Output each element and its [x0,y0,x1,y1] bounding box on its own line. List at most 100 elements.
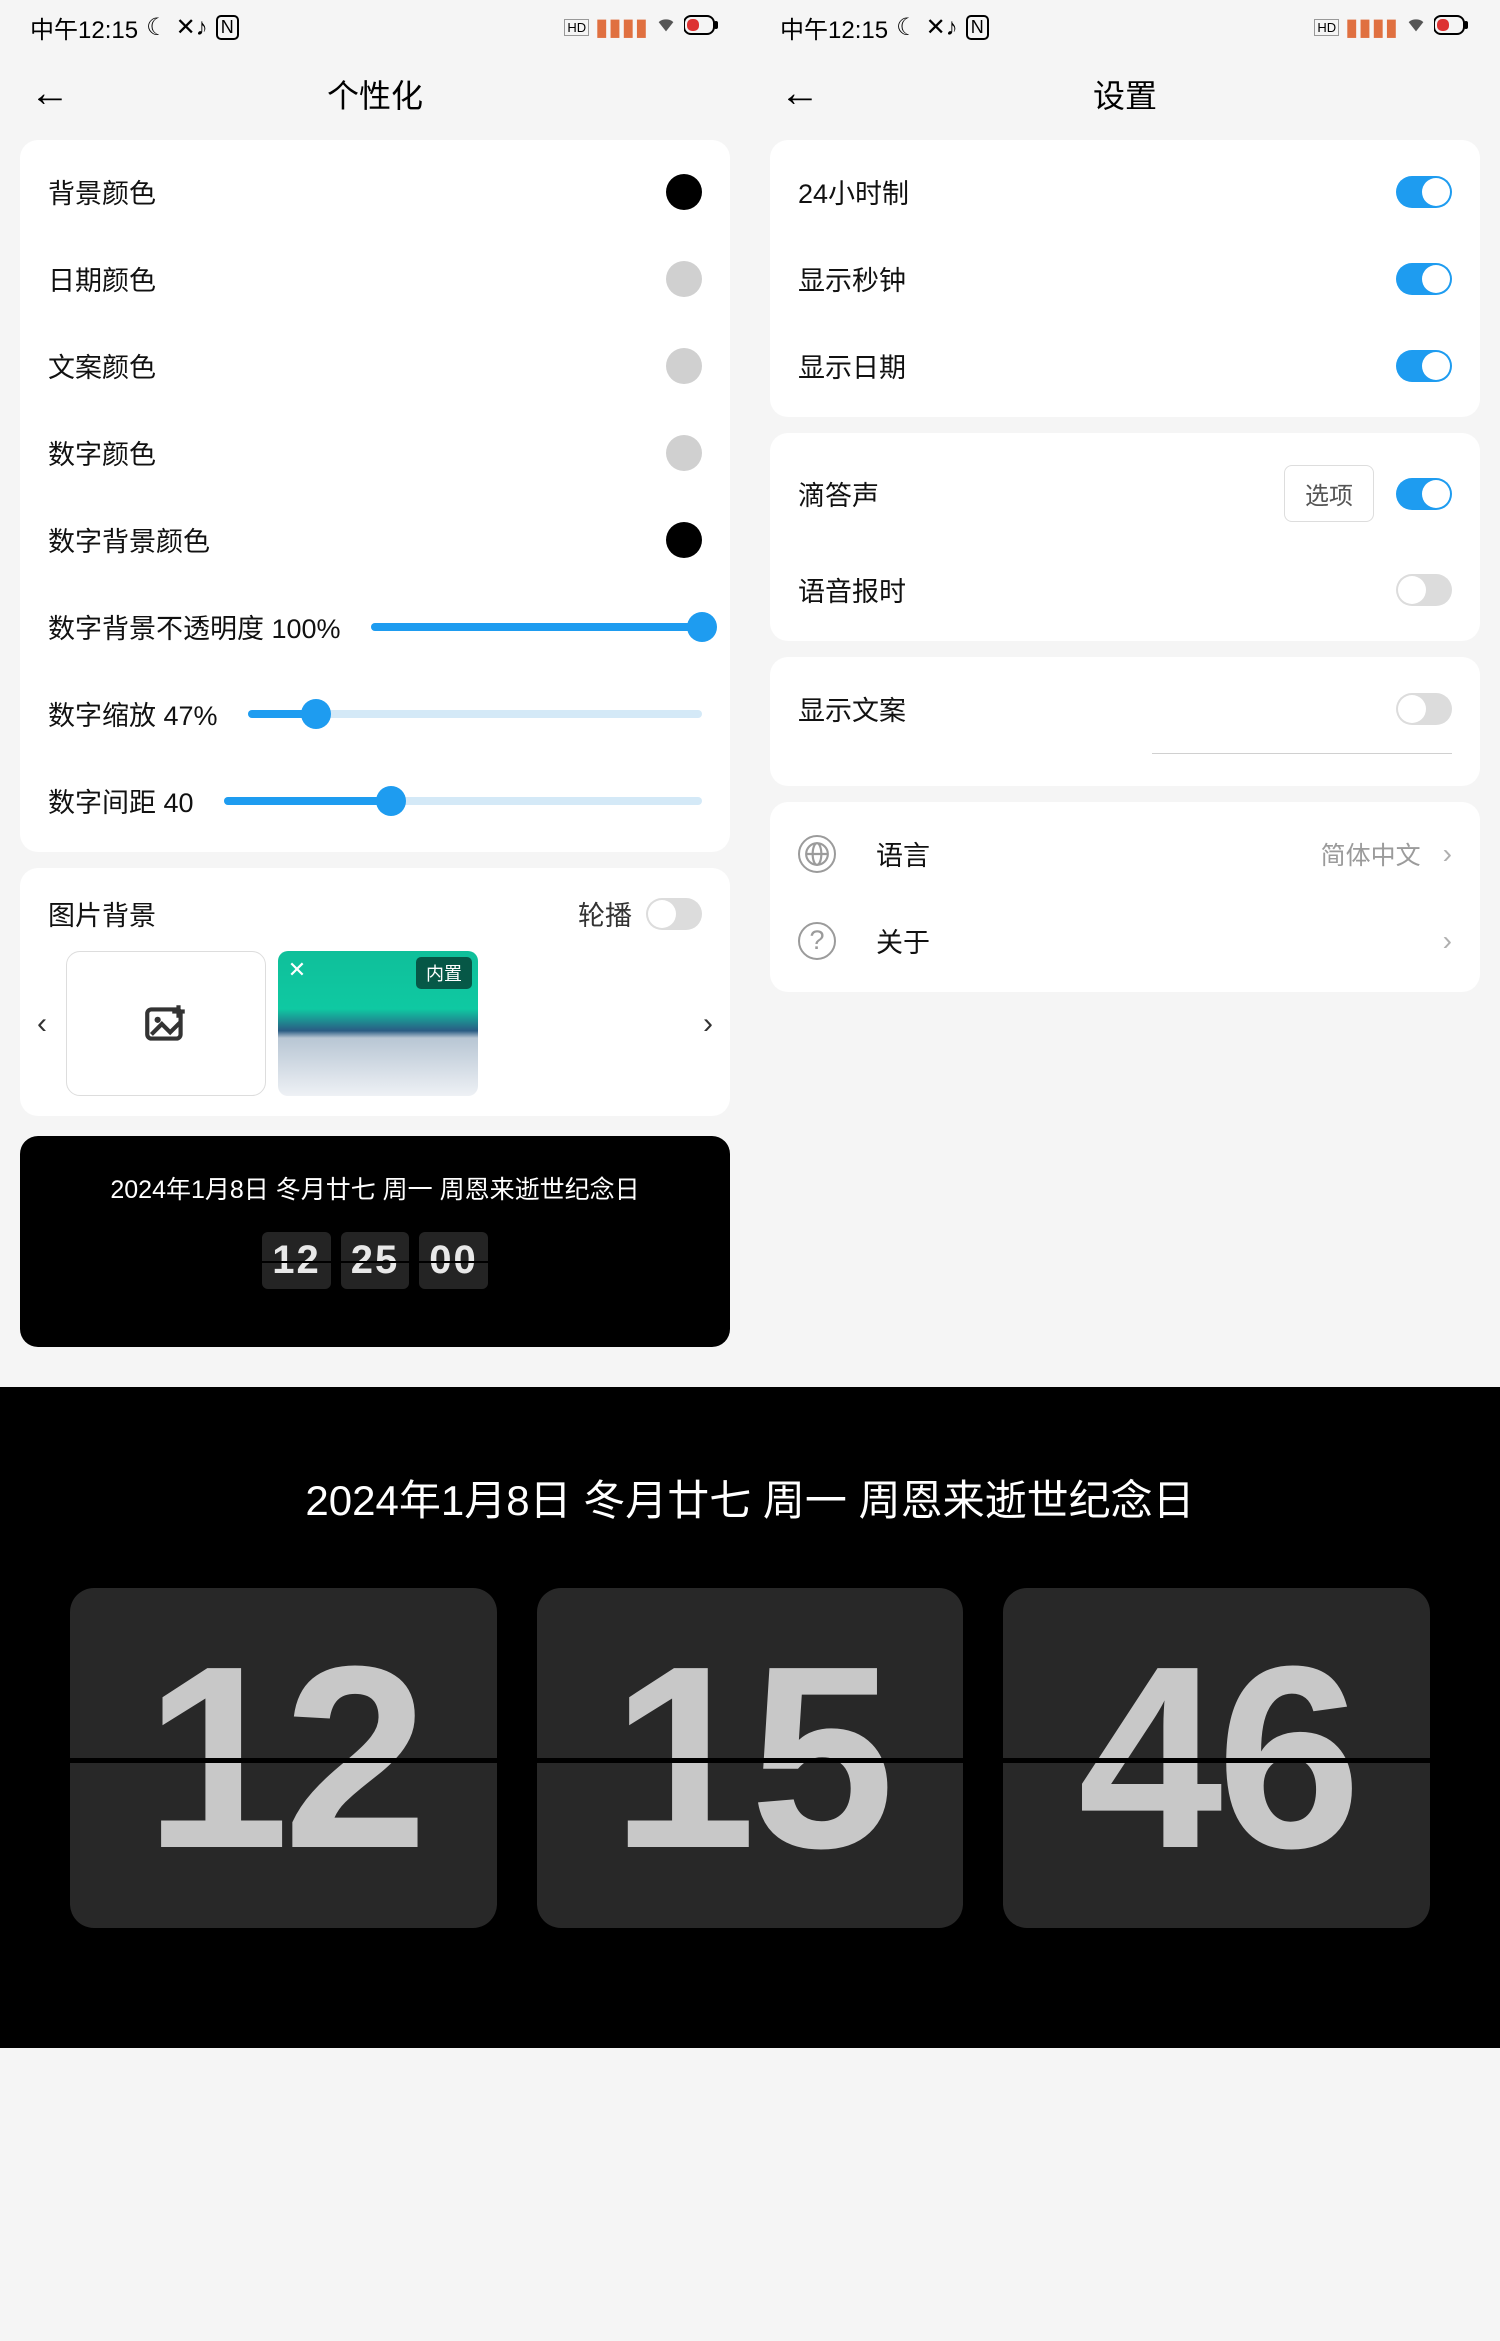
nav-header: ← 个性化 [0,51,750,140]
carousel-toggle[interactable] [646,898,702,930]
about-label: 关于 [876,921,930,960]
big-clock-hours: 12 [70,1588,497,1928]
tick-option-button[interactable]: 选项 [1284,465,1374,522]
nfc-icon: N [216,15,239,40]
h24-label: 24小时制 [798,172,909,211]
show-text-label: 显示文案 [798,689,906,728]
language-value: 简体中文 [1321,836,1421,872]
big-clock-seconds: 46 [1003,1588,1430,1928]
voice-time-label: 语音报时 [798,570,906,609]
big-clock-date: 2024年1月8日 冬月廿七 周一 周恩来逝世纪念日 [70,1467,1430,1528]
question-icon: ? [798,922,836,960]
digit-scale-label: 数字缩放 47% [48,694,218,733]
general-settings-card: 语言 简体中文 › ? 关于 › [770,802,1480,992]
left-panel-personalization: 中午12:15 ☾ ✕♪ N HD ▮▮▮▮ ← 个性化 背景颜 [0,0,750,1387]
hd-icon: HD [1314,19,1339,36]
voice-time-toggle[interactable] [1396,574,1452,606]
nav-header: ← 设置 [750,51,1500,140]
text-color-row[interactable]: 文案颜色 [20,322,730,409]
mute-icon: ✕♪ [926,13,958,42]
digit-scale-row: 数字缩放 47% [20,670,730,757]
signal-icon: ▮▮▮▮ [595,13,648,42]
digit-scale-slider[interactable] [248,710,702,718]
color-settings-card: 背景颜色 日期颜色 文案颜色 数字颜色 数字背景颜色 数字背景不透明度 100% [20,140,730,852]
built-in-tag: 内置 [416,957,472,989]
digit-spacing-label: 数字间距 40 [48,781,194,820]
digit-bg-opacity-row: 数字背景不透明度 100% [20,583,730,670]
show-seconds-row: 显示秒钟 [770,235,1480,322]
digit-color-label: 数字颜色 [48,433,156,472]
show-text-toggle[interactable] [1396,693,1452,725]
status-bar: 中午12:15 ☾ ✕♪ N HD ▮▮▮▮ [750,0,1500,51]
show-seconds-toggle[interactable] [1396,263,1452,295]
h24-toggle[interactable] [1396,176,1452,208]
preview-minutes: 25 [341,1232,410,1289]
chevron-right-icon: › [1443,925,1452,957]
tick-label: 滴答声 [798,474,879,513]
digit-spacing-row: 数字间距 40 [20,757,730,844]
digit-color-swatch[interactable] [666,435,702,471]
thumbs-next-icon[interactable]: › [696,1007,720,1041]
nfc-icon: N [966,15,989,40]
image-thumbnail[interactable]: ✕ 内置 [278,951,478,1096]
signal-icon: ▮▮▮▮ [1345,13,1398,42]
digit-bg-opacity-slider[interactable] [371,623,702,631]
digit-bg-opacity-label: 数字背景不透明度 100% [48,607,341,646]
preview-seconds: 00 [419,1232,488,1289]
h24-row: 24小时制 [770,148,1480,235]
mute-icon: ✕♪ [176,13,208,42]
digit-bg-color-swatch[interactable] [666,522,702,558]
text-settings-card: 显示文案 [770,657,1480,786]
page-title: 个性化 [327,71,423,117]
back-arrow-icon[interactable]: ← [30,71,70,116]
digit-spacing-slider[interactable] [224,797,702,805]
battery-icon [1434,14,1470,42]
show-seconds-label: 显示秒钟 [798,259,906,298]
big-clock-minutes: 15 [537,1588,964,1928]
tick-row: 滴答声 选项 [770,441,1480,546]
moon-icon: ☾ [146,13,168,42]
picture-bg-card: 图片背景 轮播 ‹ ✕ [20,868,730,1116]
globe-icon [798,835,836,873]
preview-hours: 12 [262,1232,331,1289]
clock-preview: 2024年1月8日 冬月廿七 周一 周恩来逝世纪念日 12 25 00 [20,1136,730,1347]
hd-icon: HD [564,19,589,36]
tick-toggle[interactable] [1396,478,1452,510]
right-panel-settings: 中午12:15 ☾ ✕♪ N HD ▮▮▮▮ ← 设置 24小时 [750,0,1500,1387]
wifi-icon [1404,13,1428,42]
thumbs-prev-icon[interactable]: ‹ [30,1007,54,1041]
status-time: 中午12:15 [30,10,138,45]
display-settings-card: 24小时制 显示秒钟 显示日期 [770,140,1480,417]
text-input[interactable] [1152,752,1452,754]
language-row[interactable]: 语言 简体中文 › [770,810,1480,897]
voice-time-row: 语音报时 [770,546,1480,633]
carousel-label: 轮播 [578,894,632,933]
date-color-row[interactable]: 日期颜色 [20,235,730,322]
text-color-swatch[interactable] [666,348,702,384]
show-text-row: 显示文案 [770,665,1480,752]
status-bar: 中午12:15 ☾ ✕♪ N HD ▮▮▮▮ [0,0,750,51]
bg-color-label: 背景颜色 [48,172,156,211]
wifi-icon [654,13,678,42]
pic-bg-label: 图片背景 [48,894,156,933]
text-input-row [770,752,1480,778]
add-image-icon [141,999,191,1049]
bg-color-row[interactable]: 背景颜色 [20,148,730,235]
digit-color-row[interactable]: 数字颜色 [20,409,730,496]
date-color-swatch[interactable] [666,261,702,297]
text-color-label: 文案颜色 [48,346,156,385]
date-color-label: 日期颜色 [48,259,156,298]
language-label: 语言 [876,834,930,873]
page-title: 设置 [1093,71,1157,117]
remove-image-icon[interactable]: ✕ [284,957,310,983]
show-date-toggle[interactable] [1396,350,1452,382]
digit-bg-color-row[interactable]: 数字背景颜色 [20,496,730,583]
about-row[interactable]: ? 关于 › [770,897,1480,984]
add-image-button[interactable] [66,951,266,1096]
battery-icon [684,14,720,42]
back-arrow-icon[interactable]: ← [780,71,820,116]
bg-color-swatch[interactable] [666,174,702,210]
sound-settings-card: 滴答声 选项 语音报时 [770,433,1480,641]
status-time: 中午12:15 [780,10,888,45]
fullscreen-clock: 2024年1月8日 冬月廿七 周一 周恩来逝世纪念日 12 15 46 [0,1387,1500,2048]
